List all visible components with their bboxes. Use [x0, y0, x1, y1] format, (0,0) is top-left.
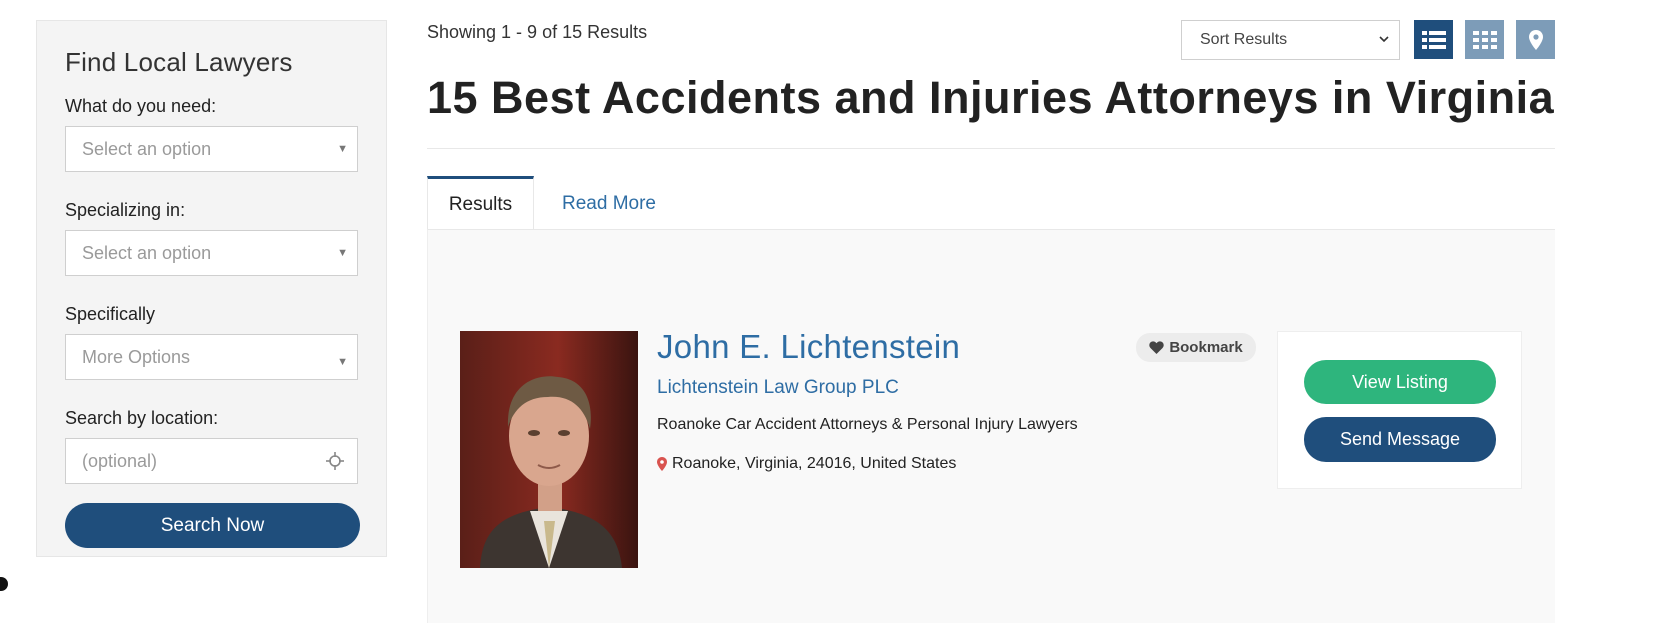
page-title: 15 Best Accidents and Injuries Attorneys… [427, 72, 1555, 123]
sidebar-title: Find Local Lawyers [65, 47, 293, 77]
grid-view-button[interactable] [1465, 20, 1504, 59]
listing-actions: View Listing Send Message [1277, 331, 1522, 489]
edge-handle [0, 577, 8, 591]
map-view-icon [1528, 29, 1543, 50]
lawyer-photo[interactable] [460, 331, 638, 568]
crosshair-icon[interactable] [325, 451, 345, 471]
lawyer-name-link[interactable]: John E. Lichtenstein [657, 328, 960, 366]
specializing-select[interactable]: Select an option ▼ [65, 230, 358, 276]
bookmark-label: Bookmark [1169, 339, 1243, 356]
firm-name-link[interactable]: Lichtenstein Law Group PLC [657, 377, 899, 399]
specializing-label: Specializing in: [65, 200, 186, 220]
need-select[interactable]: Select an option ▼ [65, 126, 358, 172]
tab-read-more[interactable]: Read More [534, 176, 684, 230]
specifically-label: Specifically [65, 304, 156, 324]
listing-description: Roanoke Car Accident Attorneys & Persona… [657, 416, 1078, 433]
map-view-button[interactable] [1516, 20, 1555, 59]
heart-icon [1149, 341, 1164, 354]
view-listing-button[interactable]: View Listing [1304, 360, 1496, 404]
specifically-select-value: More Options [82, 347, 191, 367]
results-tabs: Results Read More [427, 176, 1555, 230]
specializing-select-value: Select an option [82, 243, 212, 263]
caret-down-icon: ▼ [337, 356, 348, 368]
bookmark-button[interactable]: Bookmark [1136, 333, 1256, 362]
specifically-select[interactable]: More Options ▼ [65, 334, 358, 380]
location-text: Roanoke, Virginia, 24016, United States [672, 455, 957, 472]
title-divider [427, 148, 1555, 149]
grid-view-icon [1472, 30, 1497, 49]
sort-results-value: Sort Results [1200, 31, 1288, 48]
chevron-down-icon [1379, 36, 1389, 43]
location-input[interactable] [66, 439, 299, 483]
results-count: Showing 1 - 9 of 15 Results [427, 22, 648, 42]
listing-location: Roanoke, Virginia, 24016, United States [657, 455, 956, 473]
caret-down-icon: ▼ [337, 247, 348, 259]
need-select-value: Select an option [82, 139, 212, 159]
search-sidebar: Find Local Lawyers What do you need: Sel… [36, 20, 387, 557]
tab-results[interactable]: Results [427, 176, 534, 230]
map-pin-icon [657, 457, 667, 471]
search-now-button[interactable]: Search Now [65, 503, 360, 548]
list-view-button[interactable] [1414, 20, 1453, 59]
sort-results-select[interactable]: Sort Results [1181, 20, 1400, 60]
list-view-icon [1421, 30, 1446, 49]
location-field [65, 438, 358, 484]
send-message-button[interactable]: Send Message [1304, 417, 1496, 462]
caret-down-icon: ▼ [337, 143, 348, 155]
need-label: What do you need: [65, 96, 217, 116]
location-label: Search by location: [65, 408, 219, 428]
